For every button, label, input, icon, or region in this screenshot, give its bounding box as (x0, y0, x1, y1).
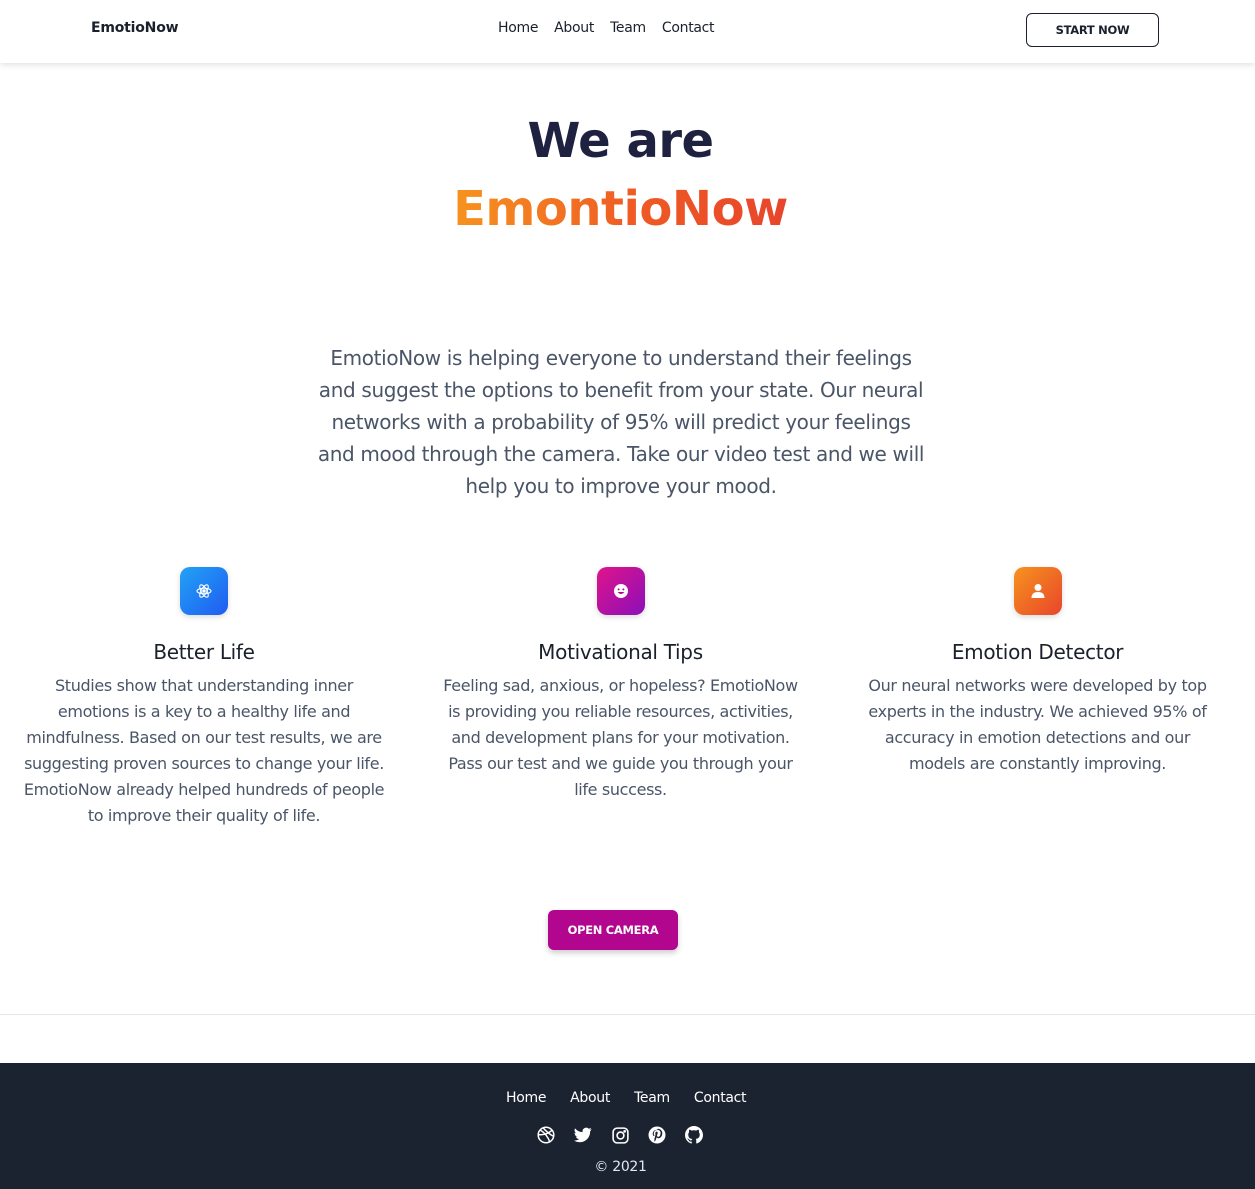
feature-title: Emotion Detector (951, 640, 1124, 664)
nav-home[interactable]: Home (498, 20, 538, 36)
brand-logo[interactable]: EmotioNow (91, 20, 179, 36)
footer-nav-home[interactable]: Home (506, 1090, 546, 1106)
feature-emotion-detector: Emotion Detector Our neural networks wer… (855, 567, 1220, 777)
dribbble-icon[interactable] (537, 1126, 555, 1144)
navbar: EmotioNow Home About Team Contact START … (0, 0, 1255, 63)
feature-text: Studies show that understanding inner em… (23, 676, 385, 825)
nav-about[interactable]: About (554, 20, 594, 36)
open-camera-button[interactable]: OPEN CAMERA (548, 910, 678, 950)
feature-motivational-tips: Motivational Tips Feeling sad, anxious, … (438, 567, 803, 803)
twitter-icon[interactable] (574, 1126, 592, 1144)
footer-nav-team[interactable]: Team (634, 1090, 670, 1106)
instagram-icon[interactable] (611, 1126, 629, 1144)
feature-title: Motivational Tips (538, 640, 703, 664)
feature-title: Better Life (153, 640, 255, 664)
copyright: © 2021 (594, 1159, 647, 1175)
footer-nav-about[interactable]: About (570, 1090, 610, 1106)
footer: Home About Team Contact © 2021 (0, 1063, 1255, 1189)
feature-better-life: Better Life Studies show that understand… (22, 567, 386, 829)
github-icon[interactable] (685, 1126, 703, 1144)
social-links (537, 1126, 703, 1144)
feature-text: Our neural networks were developed by to… (868, 676, 1207, 773)
section-divider (0, 1014, 1255, 1015)
pinterest-icon[interactable] (648, 1126, 666, 1144)
hero-description: EmotioNow is helping everyone to underst… (317, 346, 925, 498)
smile-icon (596, 567, 645, 615)
nav-contact[interactable]: Contact (662, 20, 715, 36)
main-nav: Home About Team Contact (498, 20, 730, 36)
hero-brand-text: EmontioNow (453, 181, 788, 237)
atom-icon (180, 567, 228, 615)
hero-title: We are (527, 113, 714, 169)
feature-text: Feeling sad, anxious, or hopeless? Emoti… (443, 676, 798, 799)
nav-team[interactable]: Team (610, 20, 646, 36)
footer-nav: Home About Team Contact (506, 1090, 770, 1106)
user-icon (1013, 567, 1062, 615)
hero-brand-title: EmontioNow (0, 181, 1241, 237)
start-now-button[interactable]: START NOW (1026, 13, 1159, 47)
footer-nav-contact[interactable]: Contact (694, 1090, 747, 1106)
